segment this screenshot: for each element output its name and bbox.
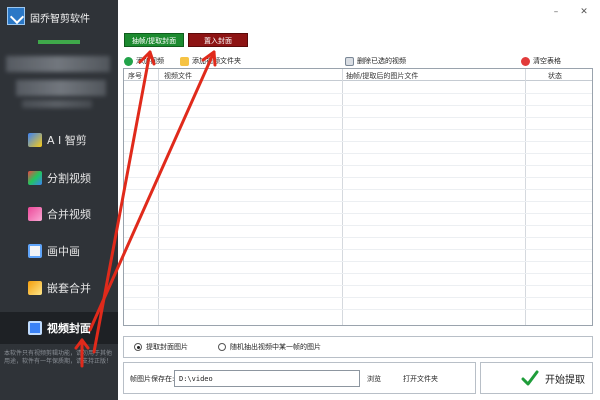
row-divider — [124, 165, 592, 166]
row-divider — [124, 141, 592, 142]
sidebar-item-label: 嵌套合并 — [47, 282, 91, 295]
sidebar-item-label: 合并视频 — [47, 208, 91, 221]
start-extract-button[interactable]: 开始提取 — [480, 362, 593, 394]
sidebar-item-picture-in-picture[interactable]: 画中画 — [0, 235, 118, 267]
row-divider — [124, 285, 592, 286]
ai-edit-icon — [28, 133, 42, 147]
header-index: 序号 — [128, 72, 142, 80]
row-divider — [124, 237, 592, 238]
clear-icon — [521, 56, 530, 66]
table-header: 序号 视频文件 抽帧/提取后的图片文件 状态 — [124, 69, 592, 81]
delete-selected-label: 删除已选的视频 — [357, 57, 406, 65]
save-path-label: 帧图片保存在: — [130, 375, 175, 383]
header-video-file: 视频文件 — [164, 72, 192, 80]
column-divider — [158, 69, 159, 325]
add-folder-label: 添加视频文件夹 — [192, 57, 241, 65]
sidebar-item-label: 视频封面 — [47, 322, 91, 335]
video-cover-icon — [28, 321, 42, 335]
row-divider — [124, 105, 592, 106]
picture-in-picture-icon — [28, 244, 42, 258]
row-divider — [124, 249, 592, 250]
row-divider — [124, 213, 592, 214]
row-divider — [124, 93, 592, 94]
license-status-bar — [38, 40, 80, 44]
extract-options: 提取封面图片 随机抽出视频中某一帧的图片 — [123, 336, 593, 358]
row-divider — [124, 225, 592, 226]
row-divider — [124, 261, 592, 262]
row-divider — [124, 201, 592, 202]
extract-cover-radio[interactable]: 提取封面图片 — [134, 342, 188, 352]
import-cover-tab-button[interactable]: 置入封面 — [188, 33, 248, 47]
add-video-button[interactable]: 添加视频 — [124, 55, 164, 67]
save-path-panel: 帧图片保存在: 浏览 打开文件夹 — [123, 362, 476, 394]
nest-merge-icon — [28, 281, 42, 295]
header-status: 状态 — [548, 72, 562, 80]
clear-table-button[interactable]: 清空表格 — [521, 55, 561, 67]
minimize-icon[interactable]: – — [550, 6, 562, 18]
save-path-input[interactable] — [174, 370, 360, 387]
row-divider — [124, 177, 592, 178]
row-divider — [124, 189, 592, 190]
browse-button[interactable]: 浏览 — [367, 374, 381, 384]
start-extract-label: 开始提取 — [545, 374, 585, 386]
column-divider — [342, 69, 343, 325]
extract-cover-label: 提取封面图片 — [146, 343, 188, 351]
sidebar: 固乔智剪软件 A I 智剪 分割视频 合并视频 画中画 嵌套合并 视频封面 本软… — [0, 0, 118, 400]
sidebar-item-ai-edit[interactable]: A I 智剪 — [0, 124, 118, 156]
sidebar-note: 本软件只有视频剪辑功能，请勿用于其他用途，软件有一年保质期，请支持正版！ — [4, 350, 113, 365]
open-folder-button[interactable]: 打开文件夹 — [403, 374, 438, 384]
app-title: 固乔智剪软件 — [30, 14, 90, 25]
clear-table-label: 清空表格 — [533, 57, 561, 65]
extract-cover-tab-button[interactable]: 抽帧/提取封面 — [124, 33, 184, 47]
close-icon[interactable]: ✕ — [578, 6, 590, 18]
split-video-icon — [28, 171, 42, 185]
sidebar-item-merge-video[interactable]: 合并视频 — [0, 198, 118, 230]
check-icon — [521, 370, 539, 386]
add-video-label: 添加视频 — [136, 57, 164, 65]
merge-video-icon — [28, 207, 42, 221]
radio-selected-icon — [134, 343, 142, 351]
row-divider — [124, 309, 592, 310]
row-divider — [124, 297, 592, 298]
random-frame-radio[interactable]: 随机抽出视频中某一帧的图片 — [218, 342, 321, 352]
add-folder-button[interactable]: 添加视频文件夹 — [180, 55, 241, 67]
delete-list-icon — [345, 56, 354, 66]
sidebar-item-label: 分割视频 — [47, 172, 91, 185]
row-divider — [124, 117, 592, 118]
sidebar-item-split-video[interactable]: 分割视频 — [0, 162, 118, 194]
video-table[interactable]: 序号 视频文件 抽帧/提取后的图片文件 状态 — [123, 68, 593, 326]
radio-unselected-icon — [218, 343, 226, 351]
sidebar-item-video-cover[interactable]: 视频封面 — [0, 312, 118, 344]
sidebar-item-label: 画中画 — [47, 245, 80, 258]
blurred-account-info — [16, 80, 106, 96]
blurred-account-info — [22, 100, 92, 108]
sidebar-item-nest-merge[interactable]: 嵌套合并 — [0, 272, 118, 304]
column-divider — [525, 69, 526, 325]
delete-selected-button[interactable]: 删除已选的视频 — [345, 55, 406, 67]
row-divider — [124, 153, 592, 154]
app-logo-icon — [7, 7, 25, 25]
plus-icon — [124, 56, 133, 66]
folder-icon — [180, 56, 189, 66]
row-divider — [124, 273, 592, 274]
random-frame-label: 随机抽出视频中某一帧的图片 — [230, 343, 321, 351]
row-divider — [124, 129, 592, 130]
blurred-account-info — [6, 56, 110, 72]
header-image-file: 抽帧/提取后的图片文件 — [346, 72, 419, 80]
sidebar-item-label: A I 智剪 — [47, 134, 87, 147]
